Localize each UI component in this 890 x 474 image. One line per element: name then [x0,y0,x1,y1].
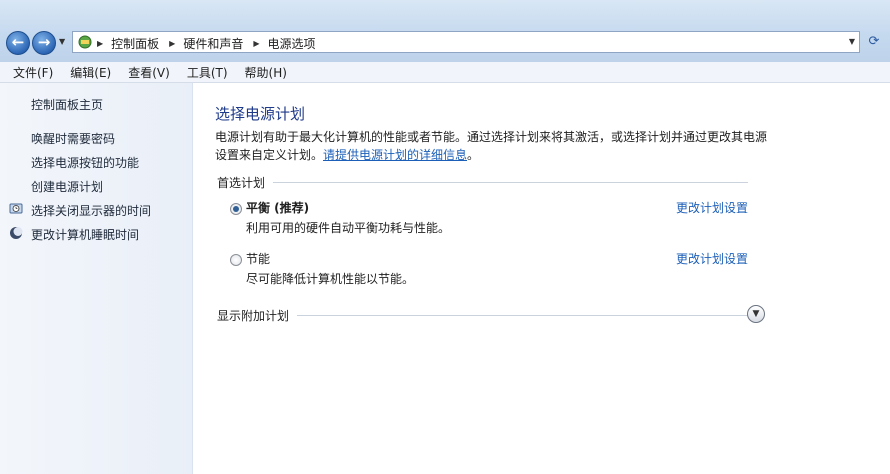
menu-edit[interactable]: 编辑(E) [70,64,111,81]
control-panel-icon [78,35,92,49]
chevron-down-icon: ▼ [752,309,760,319]
address-bar: ← → ▼ ▶ 控制面板 ▶ 硬件和声音 ▶ 电源选项 ▼ ⟳ [0,0,890,62]
power-button-function-link[interactable]: 选择电源按钮的功能 [31,154,139,171]
turn-off-display-time-link[interactable]: 选择关闭显示器的时间 [31,202,151,219]
clock-icon [9,203,23,214]
breadcrumb-separator-icon[interactable]: ▶ [253,39,259,48]
power-saver-plan-name[interactable]: 节能 [246,250,270,267]
preferred-plans-heading: 首选计划 [217,176,266,190]
control-panel-home-link[interactable]: 控制面板主页 [31,96,103,113]
breadcrumb-control-panel[interactable]: 控制面板 [111,35,159,52]
page-title: 选择电源计划 [215,105,306,123]
balanced-plan-name[interactable]: 平衡 (推荐) [246,199,309,216]
page-description: 电源计划有助于最大化计算机的性能或者节能。通过选择计划来将其激活，或选择计划并通… [215,128,775,164]
breadcrumb-separator-icon[interactable]: ▶ [169,39,175,48]
balanced-plan-radio[interactable] [230,203,242,215]
back-arrow-icon: ← [11,33,25,51]
additional-plans-heading[interactable]: 显示附加计划 [217,307,289,324]
power-saver-change-settings-link[interactable]: 更改计划设置 [676,250,748,267]
balanced-change-settings-link[interactable]: 更改计划设置 [676,199,748,216]
forward-arrow-icon: → [37,33,51,51]
menu-help[interactable]: 帮助(H) [245,64,287,81]
recent-pages-dropdown-icon[interactable]: ▼ [59,37,65,46]
description-period: 。 [467,148,480,162]
breadcrumb-power-options[interactable]: 电源选项 [268,35,316,52]
left-nav-pane: 控制面板主页 唤醒时需要密码 选择电源按钮的功能 创建电源计划 选择关闭显示器的… [0,83,193,474]
menu-bar: 文件(F) 编辑(E) 查看(V) 工具(T) 帮助(H) [0,62,890,83]
section-divider [297,315,753,316]
power-plan-details-link[interactable]: 请提供电源计划的详细信息 [323,148,467,162]
breadcrumb-separator-icon[interactable]: ▶ [97,39,103,48]
address-dropdown-icon[interactable]: ▼ [849,37,855,46]
require-password-on-wake-link[interactable]: 唤醒时需要密码 [31,130,115,147]
refresh-button[interactable]: ⟳ [864,33,884,51]
main-content: 选择电源计划 电源计划有助于最大化计算机的性能或者节能。通过选择计划来将其激活，… [193,83,890,474]
menu-tools[interactable]: 工具(T) [187,64,228,81]
section-divider [273,182,749,183]
breadcrumb-hardware-sound[interactable]: 硬件和声音 [183,35,243,52]
additional-plans-section: 显示附加计划 [217,307,753,324]
breadcrumb: ▶ 控制面板 ▶ 硬件和声音 ▶ 电源选项 [97,35,326,52]
address-field[interactable]: ▶ 控制面板 ▶ 硬件和声音 ▶ 电源选项 ▼ [72,31,860,53]
preferred-plans-section: 首选计划 [217,174,749,191]
refresh-icon: ⟳ [868,34,880,49]
change-sleep-time-link[interactable]: 更改计算机睡眠时间 [31,226,139,243]
moon-icon [10,227,23,239]
menu-view[interactable]: 查看(V) [128,64,170,81]
create-power-plan-link[interactable]: 创建电源计划 [31,178,103,195]
power-saver-plan-description: 尽可能降低计算机性能以节能。 [246,272,415,286]
forward-button[interactable]: → [32,31,56,55]
back-button[interactable]: ← [6,31,30,55]
menu-file[interactable]: 文件(F) [13,64,53,81]
balanced-plan-description: 利用可用的硬件自动平衡功耗与性能。 [246,221,451,235]
description-text: 电源计划有助于最大化计算机的性能或者节能。通过选择计划来将其激活，或选择计划并通… [215,130,768,162]
power-saver-plan-radio[interactable] [230,254,242,266]
expand-additional-plans-button[interactable]: ▼ [747,305,765,323]
